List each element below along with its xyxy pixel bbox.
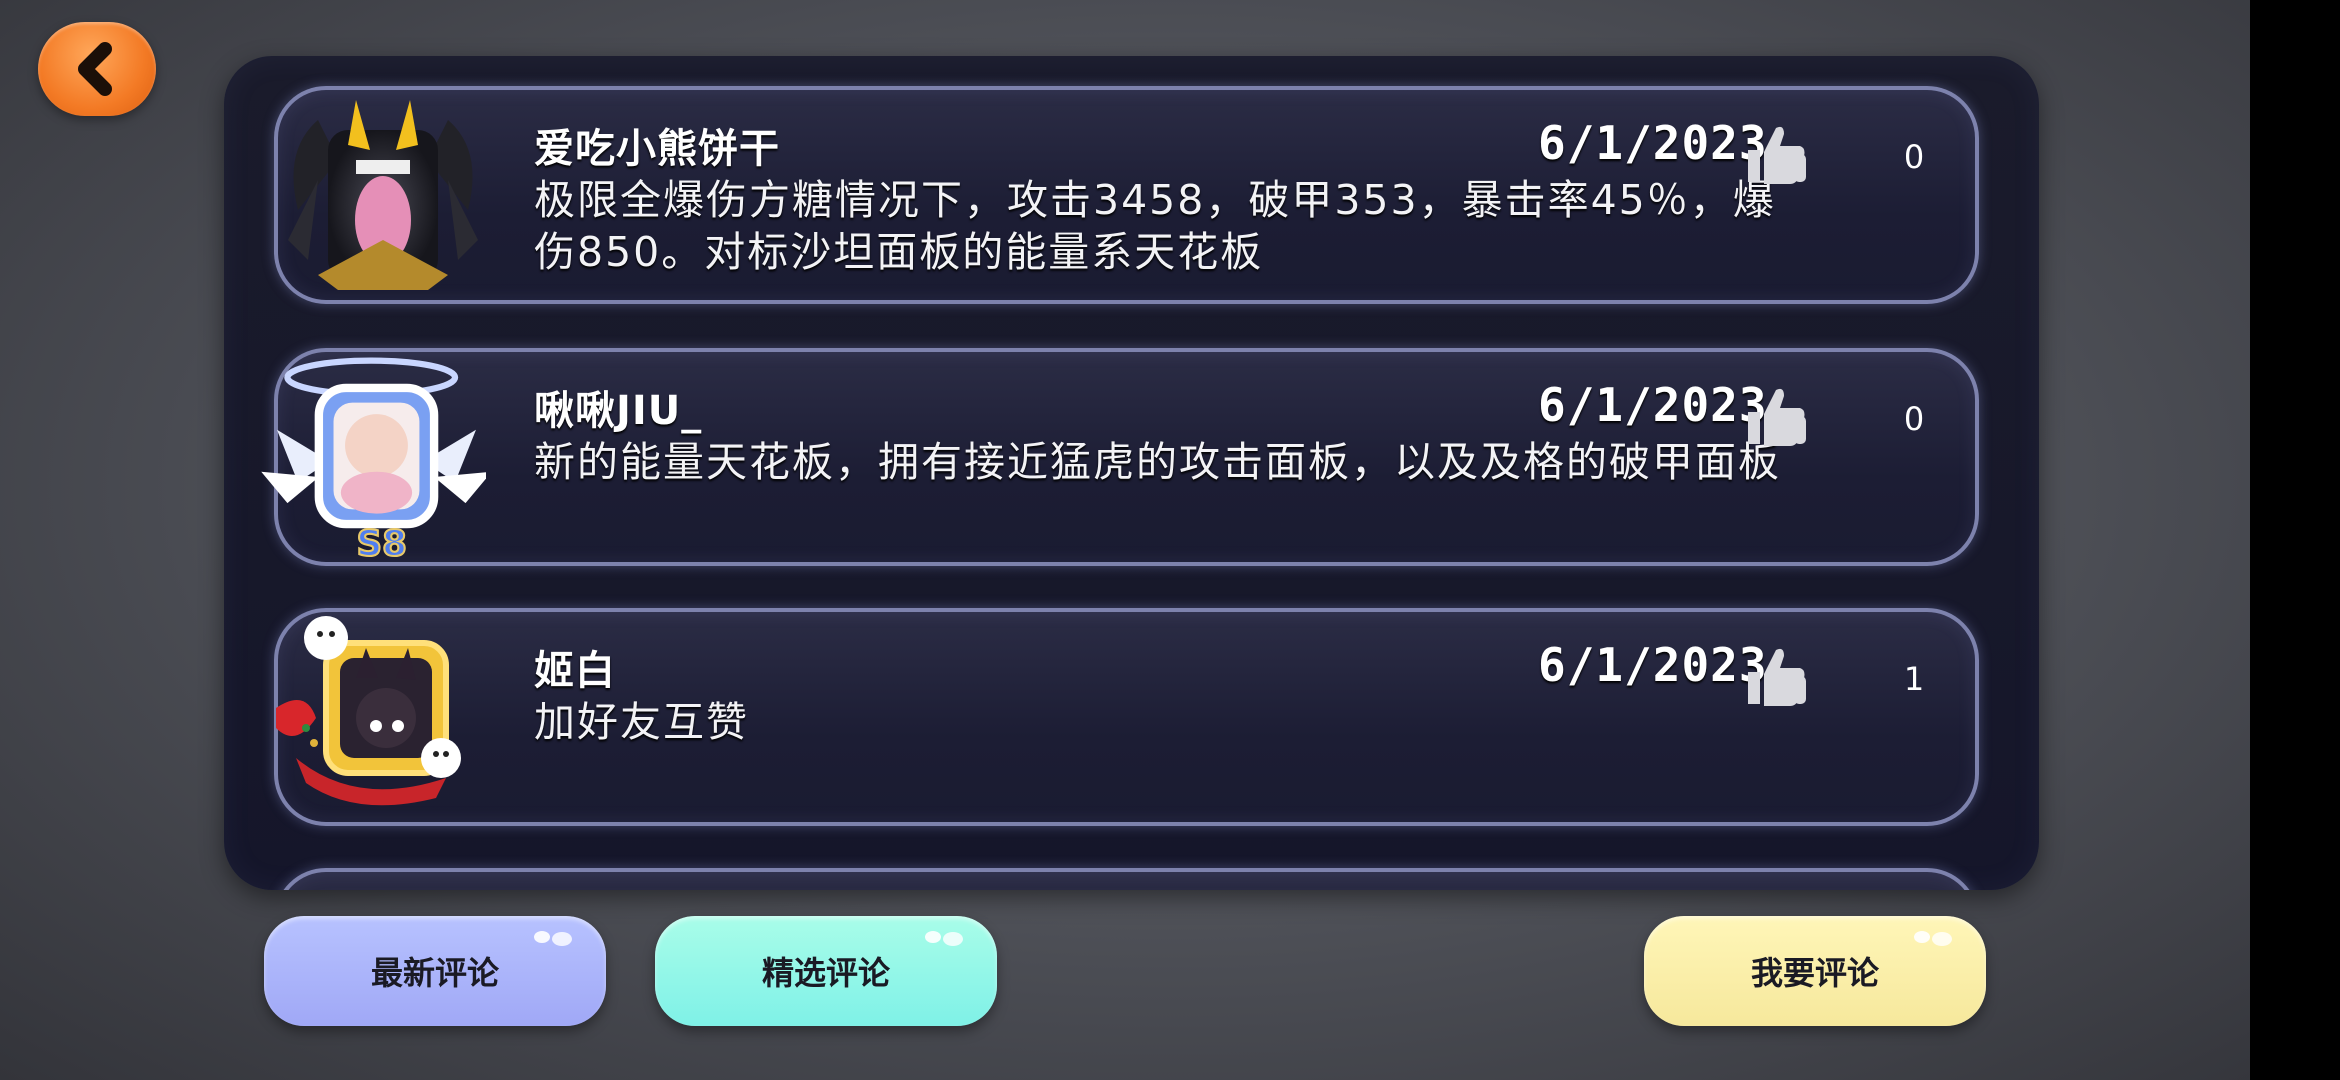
comment-card: S8 啾啾JIU_ 6/1/2023 新的能量天花板，拥有接近猛虎的攻击面板，以… <box>261 348 1979 566</box>
comment-username: 啾啾JIU_ <box>534 388 703 434</box>
like-count: 0 <box>1903 400 1925 438</box>
shine-icon <box>1914 931 1952 946</box>
latest-comments-label: 最新评论 <box>370 954 499 992</box>
comment-card: 爱吃小熊饼干 6/1/2023 极限全爆伤方糖情况下，攻击3458，破甲353，… <box>274 86 1979 304</box>
like-count: 1 <box>1903 660 1925 698</box>
screen-edge-bar <box>2250 0 2340 1080</box>
comment-date: 6/1/2023 <box>1538 638 1768 692</box>
comment-username: 爱吃小熊饼干 <box>534 126 780 172</box>
thumbs-up-icon[interactable] <box>1740 640 1810 710</box>
comment-text: 新的能量天花板，拥有接近猛虎的攻击面板，以及及格的破甲面板 <box>534 438 1781 486</box>
thumbs-up-icon[interactable] <box>1740 380 1810 450</box>
comment-card: 姬白 6/1/2023 加好友互赞 1 <box>274 608 1979 826</box>
avatar[interactable]: S8 <box>246 346 486 566</box>
thumbs-up-icon[interactable] <box>1740 118 1810 188</box>
comment-date: 6/1/2023 <box>1538 116 1768 170</box>
chevron-left-icon <box>78 42 112 96</box>
comment-text: 极限全爆伤方糖情况下，攻击3458，破甲353，暴击率45％，爆伤850。对标沙… <box>534 176 1776 276</box>
avatar[interactable] <box>266 608 476 818</box>
comment-date: 6/1/2023 <box>1538 378 1768 432</box>
comment-username: 姬白 <box>534 648 616 694</box>
write-comment-button[interactable]: 我要评论 <box>1644 916 1986 1026</box>
shine-icon <box>925 931 963 946</box>
avatar[interactable] <box>278 90 488 300</box>
comment-card <box>274 868 1979 890</box>
comment-panel[interactable]: 爱吃小熊饼干 6/1/2023 极限全爆伤方糖情况下，攻击3458，破甲353，… <box>224 56 2039 890</box>
selected-comments-label: 精选评论 <box>761 954 890 992</box>
comment-text: 加好友互赞 <box>534 698 749 746</box>
avatar-badge: S8 <box>356 524 406 565</box>
shine-icon <box>534 931 572 946</box>
write-comment-label: 我要评论 <box>1750 954 1879 992</box>
selected-comments-button[interactable]: 精选评论 <box>655 916 997 1026</box>
like-count: 0 <box>1903 138 1925 176</box>
back-button[interactable] <box>38 22 156 116</box>
latest-comments-button[interactable]: 最新评论 <box>264 916 606 1026</box>
